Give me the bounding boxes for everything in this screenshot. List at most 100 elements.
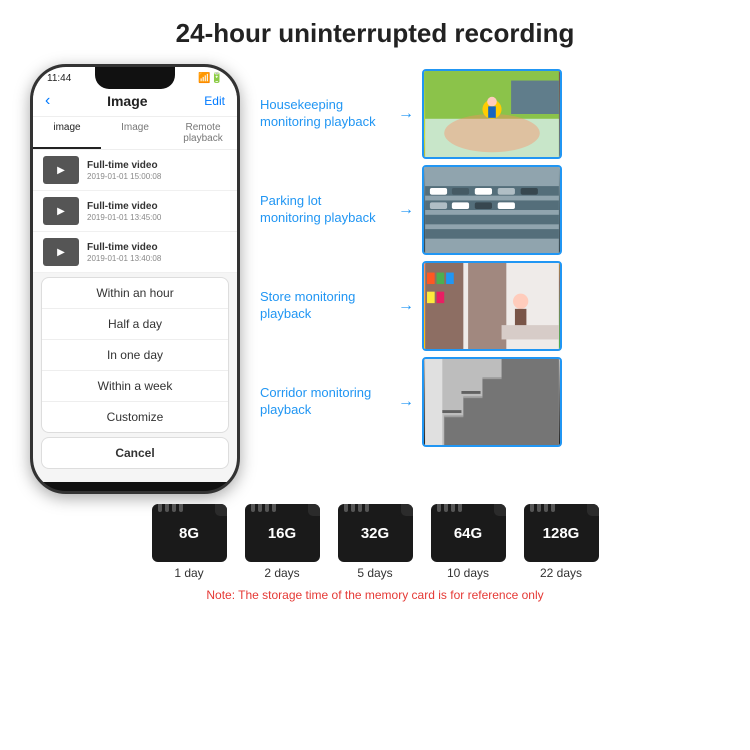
video-item-1[interactable]: ▶ Full-time video 2019-01-01 15:00:08 xyxy=(33,150,237,191)
sdcard-notch xyxy=(537,504,541,512)
scene-image-3 xyxy=(422,261,562,351)
sdcard-notches-8g xyxy=(158,504,183,512)
video-thumb-2: ▶ xyxy=(43,197,79,225)
phone-tabs: image Image Remote playback xyxy=(33,117,237,150)
sdcard-icon-8g: 8G xyxy=(152,504,227,562)
sdcard-notch xyxy=(272,504,276,512)
scene-item-4: Corridor monitoringplayback → xyxy=(260,357,730,447)
sdcard-notch xyxy=(165,504,169,512)
sdcard-notch xyxy=(437,504,441,512)
scene-item-2: Parking lotmonitoring playback → xyxy=(260,165,730,255)
dropdown-item-1[interactable]: Within an hour xyxy=(42,278,228,309)
sdcard-icon-16g: 16G xyxy=(245,504,320,562)
phone-mockup-container: 11:44 📶🔋 ‹ Image Edit image Image Remote… xyxy=(20,64,250,494)
scene-arrow-1: → xyxy=(398,105,414,123)
sdcard-notch xyxy=(365,504,369,512)
video-item-2[interactable]: ▶ Full-time video 2019-01-01 13:45:00 xyxy=(33,191,237,232)
sdcard-notch xyxy=(458,504,462,512)
sdcard-days-32g: 5 days xyxy=(357,566,392,580)
scene-img-store xyxy=(424,263,560,349)
scene-img-corridor xyxy=(424,359,560,445)
scene-arrow-3: → xyxy=(398,297,414,315)
dropdown-item-4[interactable]: Within a week xyxy=(42,371,228,402)
scene-item-3: Store monitoringplayback → xyxy=(260,261,730,351)
sdcard-notch xyxy=(451,504,455,512)
video-thumb-1: ▶ xyxy=(43,156,79,184)
sdcard-notch xyxy=(251,504,255,512)
scene-img-child xyxy=(424,71,560,157)
sdcard-notches-16g xyxy=(251,504,276,512)
sdcard-notch xyxy=(179,504,183,512)
sdcard-item-8g: 8G 1 day xyxy=(152,504,227,580)
video-info-2: Full-time video 2019-01-01 13:45:00 xyxy=(87,201,161,222)
phone-icons: 📶🔋 xyxy=(198,73,223,84)
scene-label-4: Corridor monitoringplayback xyxy=(260,385,390,419)
phone-mockup: 11:44 📶🔋 ‹ Image Edit image Image Remote… xyxy=(30,64,240,494)
phone-back-button[interactable]: ‹ xyxy=(45,92,50,110)
main-content: 11:44 📶🔋 ‹ Image Edit image Image Remote… xyxy=(0,64,750,494)
sdcard-notch xyxy=(544,504,548,512)
sdcard-item-16g: 16G 2 days xyxy=(245,504,320,580)
phone-cancel-button[interactable]: Cancel xyxy=(41,437,229,469)
phone-edit-button[interactable]: Edit xyxy=(204,94,225,108)
scene-img-parking xyxy=(424,167,560,253)
scene-label-1: Housekeepingmonitoring playback xyxy=(260,97,390,131)
page-title: 24-hour uninterrupted recording xyxy=(10,18,740,49)
sdcard-notch xyxy=(265,504,269,512)
scene-arrow-2: → xyxy=(398,201,414,219)
sdcard-notch xyxy=(351,504,355,512)
phone-tab-image[interactable]: image xyxy=(33,117,101,149)
sdcard-notches-32g xyxy=(344,504,369,512)
sdcard-size-64g: 64G xyxy=(454,525,482,542)
phone-tab-remote[interactable]: Remote playback xyxy=(169,117,237,149)
sdcard-notch xyxy=(158,504,162,512)
sdcard-row: 8G 1 day 16G 2 days xyxy=(152,504,599,580)
dropdown-item-5[interactable]: Customize xyxy=(42,402,228,432)
scene-image-1 xyxy=(422,69,562,159)
sdcard-icon-128g: 128G xyxy=(524,504,599,562)
sdcard-notch xyxy=(530,504,534,512)
phone-nav-title: Image xyxy=(107,93,147,109)
video-info-3: Full-time video 2019-01-01 13:40:08 xyxy=(87,242,161,263)
video-item-3[interactable]: ▶ Full-time video 2019-01-01 13:40:08 xyxy=(33,232,237,273)
dropdown-item-3[interactable]: In one day xyxy=(42,340,228,371)
phone-dropdown: Within an hour Half a day In one day Wit… xyxy=(41,277,229,433)
scene-image-2 xyxy=(422,165,562,255)
sdcard-section: 8G 1 day 16G 2 days xyxy=(0,494,750,602)
scene-image-4 xyxy=(422,357,562,447)
sdcard-notches-64g xyxy=(437,504,462,512)
scene-arrow-4: → xyxy=(398,393,414,411)
scene-label-3: Store monitoringplayback xyxy=(260,289,390,323)
sdcard-days-128g: 22 days xyxy=(540,566,582,580)
video-info-1: Full-time video 2019-01-01 15:00:08 xyxy=(87,160,161,181)
scene-item-1: Housekeepingmonitoring playback → xyxy=(260,69,730,159)
page-header: 24-hour uninterrupted recording xyxy=(0,0,750,59)
sdcard-item-128g: 128G 22 days xyxy=(524,504,599,580)
scenes-container: Housekeepingmonitoring playback → xyxy=(260,64,730,494)
storage-note: Note: The storage time of the memory car… xyxy=(206,588,543,602)
sdcard-size-8g: 8G xyxy=(179,525,199,542)
sdcard-item-32g: 32G 5 days xyxy=(338,504,413,580)
dropdown-item-2[interactable]: Half a day xyxy=(42,309,228,340)
phone-notch xyxy=(95,67,175,89)
sdcard-notches-128g xyxy=(530,504,555,512)
sdcard-notch xyxy=(358,504,362,512)
sdcard-notch xyxy=(172,504,176,512)
sdcard-notch xyxy=(344,504,348,512)
scene-label-2: Parking lotmonitoring playback xyxy=(260,193,390,227)
sdcard-size-32g: 32G xyxy=(361,525,389,542)
phone-video-list: ▶ Full-time video 2019-01-01 15:00:08 ▶ … xyxy=(33,150,237,273)
sdcard-icon-64g: 64G xyxy=(431,504,506,562)
sdcard-days-64g: 10 days xyxy=(447,566,489,580)
phone-tab-image2[interactable]: Image xyxy=(101,117,169,149)
sdcard-days-8g: 1 day xyxy=(174,566,203,580)
phone-nav-bar: ‹ Image Edit xyxy=(33,86,237,117)
phone-screen: ‹ Image Edit image Image Remote playback… xyxy=(33,86,237,482)
sdcard-notch xyxy=(551,504,555,512)
sdcard-item-64g: 64G 10 days xyxy=(431,504,506,580)
sdcard-icon-32g: 32G xyxy=(338,504,413,562)
sdcard-days-16g: 2 days xyxy=(264,566,299,580)
sdcard-size-16g: 16G xyxy=(268,525,296,542)
sdcard-notch xyxy=(444,504,448,512)
phone-time: 11:44 xyxy=(47,73,71,84)
